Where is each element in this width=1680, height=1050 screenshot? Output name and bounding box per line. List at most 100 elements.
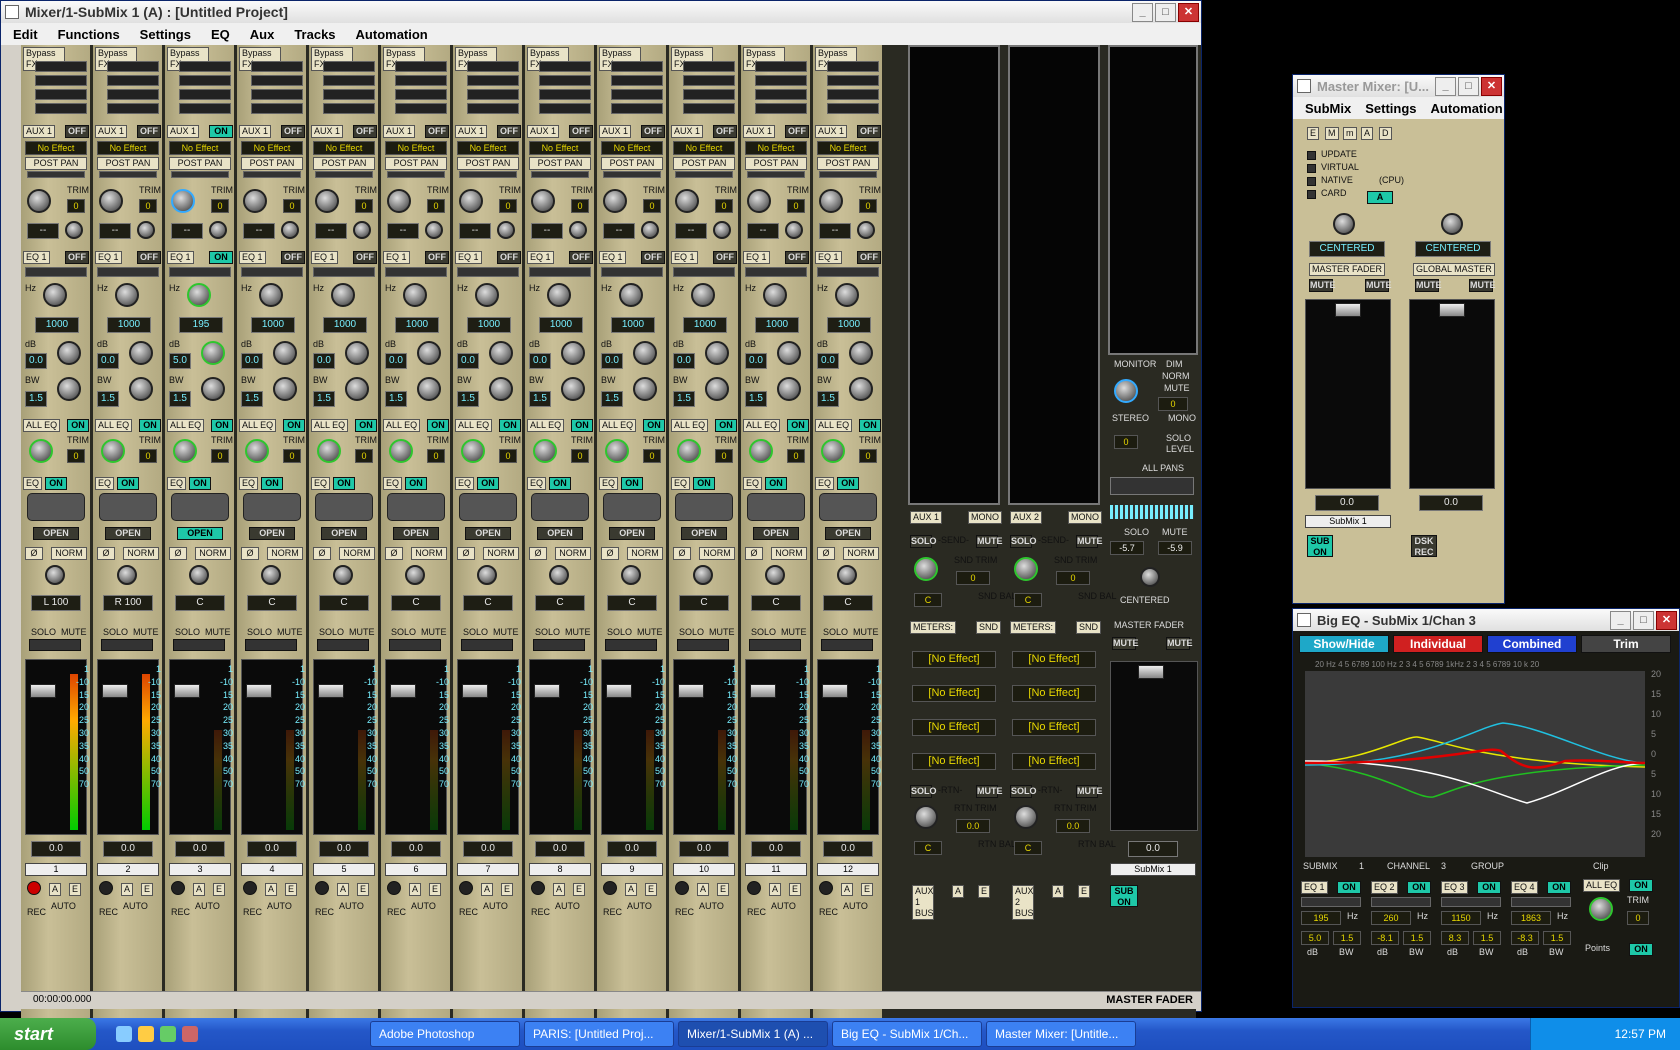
- trim-knob[interactable]: [137, 221, 155, 239]
- eq-open-button[interactable]: OPEN: [753, 527, 799, 540]
- fx-slot[interactable]: [467, 89, 519, 100]
- master-pan-knob[interactable]: [1140, 567, 1160, 587]
- eq-toggle[interactable]: ON: [261, 477, 283, 490]
- fx-slot[interactable]: [395, 89, 447, 100]
- channel-fader[interactable]: [462, 684, 488, 698]
- minimize-button[interactable]: _: [1435, 77, 1456, 96]
- all-pans-slider[interactable]: [1110, 477, 1194, 495]
- trim-knob[interactable]: [569, 221, 587, 239]
- eq-toggle[interactable]: ON: [117, 477, 139, 490]
- master-title-bar[interactable]: Master Mixer: [U... _ □ ✕: [1293, 75, 1504, 97]
- solo-button[interactable]: SOLO: [173, 627, 202, 638]
- aux-pan-slider[interactable]: [171, 171, 229, 178]
- channel-fader[interactable]: [390, 684, 416, 698]
- mode-tab-A[interactable]: A: [1361, 127, 1374, 140]
- rec-button[interactable]: [27, 881, 41, 895]
- trim-knob[interactable]: [641, 221, 659, 239]
- phase-button[interactable]: Ø: [169, 547, 187, 560]
- menu-item-functions[interactable]: Functions: [58, 27, 120, 42]
- eq-shape-selector[interactable]: [601, 267, 663, 277]
- mute-button[interactable]: MUTE: [203, 627, 233, 638]
- menu-item-tracks[interactable]: Tracks: [294, 27, 335, 42]
- eq-graph-preview[interactable]: [315, 493, 373, 521]
- master-mute-button[interactable]: MUTE: [1469, 279, 1496, 292]
- all-eq-toggle[interactable]: ON: [643, 419, 665, 432]
- aux1-toggle[interactable]: OFF: [281, 125, 305, 138]
- master-mute-button[interactable]: MUTE: [1415, 279, 1442, 292]
- channel-number[interactable]: 4: [241, 863, 303, 876]
- pan-knob[interactable]: [621, 565, 641, 585]
- mute-button[interactable]: MUTE: [347, 627, 377, 638]
- channel-number[interactable]: 2: [97, 863, 159, 876]
- snd-toggle[interactable]: SND: [1076, 621, 1102, 634]
- aux-send-knob[interactable]: [27, 189, 51, 213]
- all-eq-knob[interactable]: [29, 439, 53, 463]
- minimize-button[interactable]: _: [1610, 611, 1631, 630]
- eq-open-button[interactable]: OPEN: [249, 527, 295, 540]
- card-value[interactable]: A: [1367, 191, 1393, 204]
- pan-knob[interactable]: [549, 565, 569, 585]
- fx-slot[interactable]: [395, 103, 447, 114]
- freq-knob[interactable]: [619, 283, 643, 307]
- all-eq-toggle[interactable]: ON: [427, 419, 449, 432]
- bw-knob[interactable]: [273, 377, 297, 401]
- post-pan-button[interactable]: POST PAN: [601, 157, 663, 170]
- a-button[interactable]: A: [553, 883, 566, 896]
- a-button[interactable]: A: [769, 883, 782, 896]
- taskbar-item[interactable]: PARIS: [Untitled Proj...: [524, 1021, 674, 1047]
- quicklaunch-icon[interactable]: [116, 1026, 132, 1042]
- aux-send-knob[interactable]: [603, 189, 627, 213]
- eq-toggle[interactable]: ON: [333, 477, 355, 490]
- phase-button[interactable]: Ø: [457, 547, 475, 560]
- aux-pan-slider[interactable]: [747, 171, 805, 178]
- e-button[interactable]: E: [1078, 885, 1091, 898]
- channel-number[interactable]: 7: [457, 863, 519, 876]
- gain-knob[interactable]: [273, 341, 297, 365]
- solo-button[interactable]: SOLO: [317, 627, 346, 638]
- norm-button[interactable]: NORM: [699, 547, 735, 560]
- eq1-toggle[interactable]: OFF: [281, 251, 305, 264]
- all-eq-toggle[interactable]: ON: [67, 419, 89, 432]
- eq-open-button[interactable]: OPEN: [537, 527, 583, 540]
- fx-slot[interactable]: [611, 75, 663, 86]
- aux1-toggle[interactable]: OFF: [137, 125, 161, 138]
- aux1-toggle[interactable]: OFF: [713, 125, 737, 138]
- fx-slot[interactable]: [611, 61, 663, 72]
- fx-slot[interactable]: [755, 89, 807, 100]
- taskbar-item[interactable]: Master Mixer: [Untitle...: [986, 1021, 1136, 1047]
- menu-item-automation[interactable]: Automation: [356, 27, 428, 42]
- maximize-button[interactable]: □: [1633, 611, 1654, 630]
- e-button[interactable]: E: [141, 883, 154, 896]
- mute-button[interactable]: MUTE: [131, 627, 161, 638]
- fx-slot[interactable]: [35, 61, 87, 72]
- aux-pan-slider[interactable]: [531, 171, 589, 178]
- gain-knob[interactable]: [705, 341, 729, 365]
- eq-open-button[interactable]: OPEN: [609, 527, 655, 540]
- solo-mute-pad[interactable]: [749, 639, 801, 651]
- freq-knob[interactable]: [43, 283, 67, 307]
- channel-fader[interactable]: [750, 684, 776, 698]
- fx-slot[interactable]: [323, 75, 375, 86]
- eq-open-button[interactable]: OPEN: [321, 527, 367, 540]
- eq-open-button[interactable]: OPEN: [681, 527, 727, 540]
- fx-slot[interactable]: [251, 75, 303, 86]
- post-pan-button[interactable]: POST PAN: [817, 157, 879, 170]
- aux-pan-slider[interactable]: [243, 171, 301, 178]
- fx-slot[interactable]: [179, 61, 231, 72]
- norm-button[interactable]: NORM: [195, 547, 231, 560]
- norm-button[interactable]: NORM: [411, 547, 447, 560]
- a-button[interactable]: A: [841, 883, 854, 896]
- menu-item-settings[interactable]: Settings: [1365, 101, 1416, 116]
- minimize-button[interactable]: _: [1132, 3, 1153, 22]
- gain-knob[interactable]: [633, 341, 657, 365]
- phase-button[interactable]: Ø: [601, 547, 619, 560]
- e-button[interactable]: E: [573, 883, 586, 896]
- eq-open-button[interactable]: OPEN: [33, 527, 79, 540]
- aux-send-knob[interactable]: [819, 189, 843, 213]
- opt-checkbox[interactable]: [1307, 164, 1316, 173]
- eq-shape-selector[interactable]: [241, 267, 303, 277]
- all-eq-toggle[interactable]: ON: [1629, 879, 1653, 892]
- gain-knob[interactable]: [57, 341, 81, 365]
- eq-toggle[interactable]: ON: [477, 477, 499, 490]
- points-toggle[interactable]: ON: [1629, 943, 1653, 956]
